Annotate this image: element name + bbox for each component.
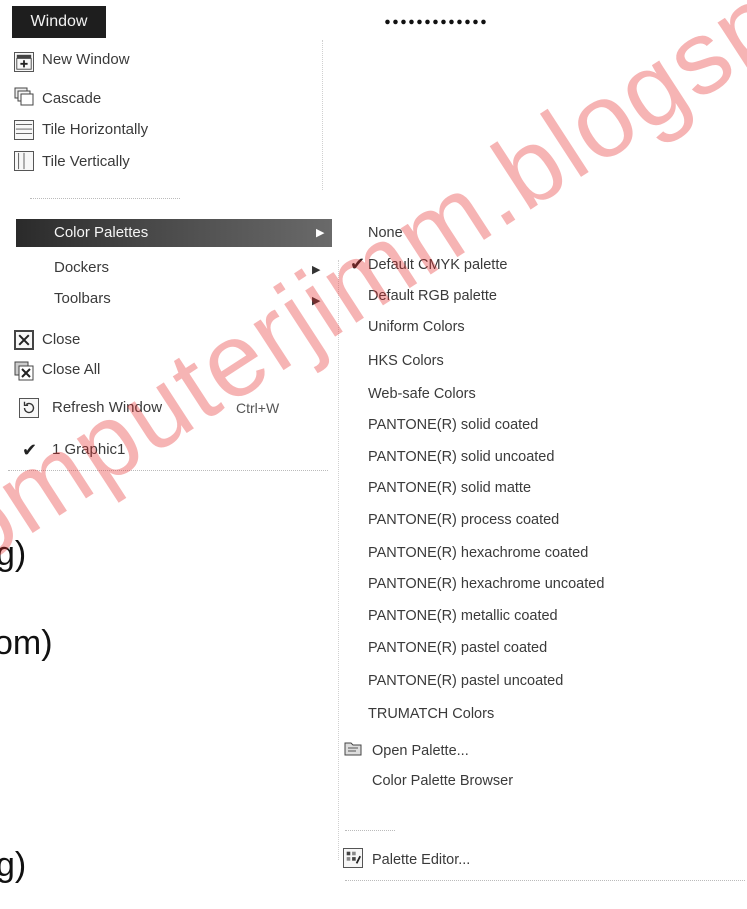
background-text-fragment: om) — [0, 624, 53, 662]
menu-separator — [345, 830, 395, 831]
palette-item-trumatch[interactable]: TRUMATCH Colors — [368, 703, 494, 725]
menu-item-palette-editor[interactable]: Palette Editor... — [372, 849, 470, 871]
menu-item-tile-horizontally[interactable]: Tile Horizontally — [42, 116, 148, 144]
menu-item-color-palette-browser[interactable]: Color Palette Browser — [372, 770, 513, 792]
menu-item-dockers[interactable]: Dockers — [54, 254, 109, 282]
palette-item-pantone-pastel-coated[interactable]: PANTONE(R) pastel coated — [368, 637, 547, 659]
menu-separator — [30, 198, 180, 199]
menu-item-toolbars[interactable]: Toolbars — [54, 285, 111, 313]
palette-item-pantone-solid-coated[interactable]: PANTONE(R) solid coated — [368, 414, 538, 436]
menu-item-open-palette[interactable]: Open Palette... — [372, 740, 469, 762]
palette-item-pantone-pastel-uncoated[interactable]: PANTONE(R) pastel uncoated — [368, 670, 563, 692]
tile-horizontally-icon — [14, 120, 34, 140]
open-palette-icon — [343, 739, 363, 759]
color-palettes-label: Color Palettes — [54, 224, 149, 241]
palette-item-pantone-metallic-coated[interactable]: PANTONE(R) metallic coated — [368, 605, 558, 627]
close-icon — [14, 330, 34, 350]
palette-item-hks[interactable]: HKS Colors — [368, 350, 444, 372]
menu-item-close[interactable]: Close — [42, 326, 80, 354]
background-text-fragment: g) — [0, 846, 27, 884]
palette-item-pantone-hexachrome-uncoated[interactable]: PANTONE(R) hexachrome uncoated — [368, 573, 604, 595]
tile-vertically-icon — [14, 151, 34, 171]
palette-item-pantone-solid-uncoated[interactable]: PANTONE(R) solid uncoated — [368, 446, 554, 468]
menu-right-edge — [322, 40, 323, 190]
palette-item-web-safe[interactable]: Web-safe Colors — [368, 383, 476, 405]
window-menu-title[interactable]: Window — [12, 6, 106, 38]
palette-item-pantone-hexachrome-coated[interactable]: PANTONE(R) hexachrome coated — [368, 542, 588, 564]
new-window-icon — [14, 52, 34, 72]
palette-item-pantone-solid-matte[interactable]: PANTONE(R) solid matte — [368, 477, 531, 499]
palette-editor-icon — [343, 848, 363, 868]
menu-item-cascade[interactable]: Cascade — [42, 85, 101, 113]
menu-item-new-window[interactable]: New Window — [42, 46, 130, 74]
header-text: ............. — [385, 0, 489, 31]
close-all-icon — [14, 361, 34, 381]
refresh-window-icon — [19, 398, 39, 418]
menu-item-tile-vertically[interactable]: Tile Vertically — [42, 148, 130, 176]
menu-item-color-palettes[interactable]: Color Palettes ▶ — [16, 219, 332, 247]
submenu-bottom-edge — [345, 880, 745, 881]
cascade-icon — [14, 87, 34, 107]
menu-item-close-all[interactable]: Close All — [42, 356, 100, 384]
palette-item-pantone-process-coated[interactable]: PANTONE(R) process coated — [368, 509, 559, 531]
